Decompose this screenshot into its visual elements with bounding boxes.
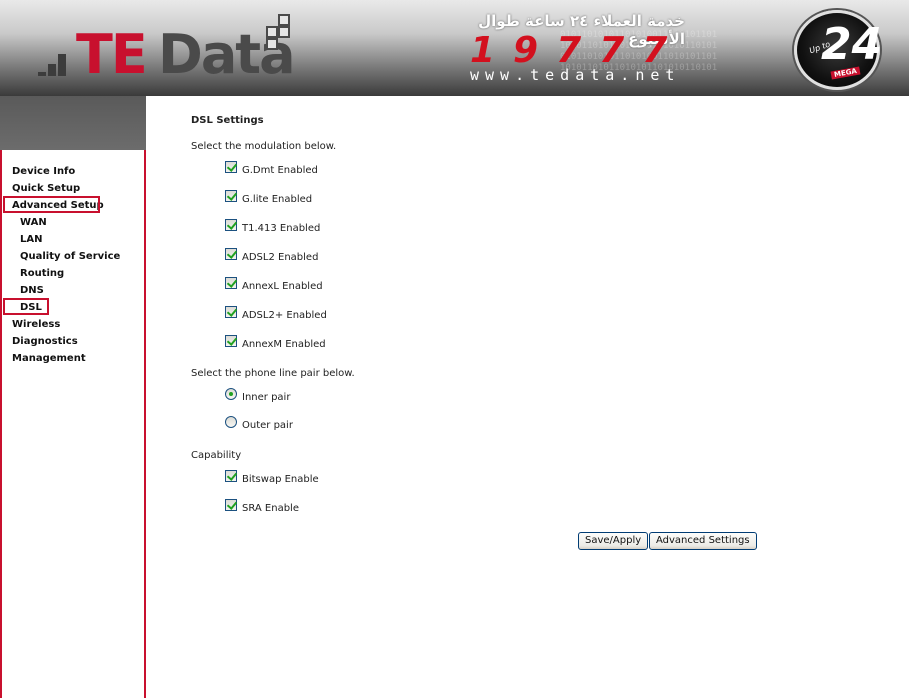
hotline-number: 19777 — [470, 30, 686, 71]
sidebar-item-management[interactable]: Management — [12, 352, 86, 365]
adsl2-label: ADSL2 Enabled — [242, 252, 319, 263]
sidebar-item-diagnostics[interactable]: Diagnostics — [12, 335, 78, 348]
gdmt-checkbox[interactable] — [225, 161, 237, 173]
highlight-advanced-setup — [3, 196, 100, 213]
sidebar-item-wan[interactable]: WAN — [20, 216, 47, 229]
annexl-label: AnnexL Enabled — [242, 281, 323, 292]
sidebar-item-quality-of-service[interactable]: Quality of Service — [20, 250, 120, 263]
inner-pair-radio[interactable] — [225, 388, 237, 400]
adsl2plus-checkbox[interactable] — [225, 306, 237, 318]
pair-prompt: Select the phone line pair below. — [191, 368, 355, 379]
adsl2plus-label: ADSL2+ Enabled — [242, 310, 327, 321]
glite-label: G.lite Enabled — [242, 194, 313, 205]
gdmt-label: G.Dmt Enabled — [242, 165, 318, 176]
sidebar-item-wireless[interactable]: Wireless — [12, 318, 60, 331]
main-content: DSL Settings Select the modulation below… — [146, 96, 909, 698]
sidebar-item-quick-setup[interactable]: Quick Setup — [12, 182, 80, 195]
te-data-logo: TE Data — [38, 14, 298, 84]
badge-number: 24 — [821, 19, 883, 70]
outer-pair-radio[interactable] — [225, 416, 237, 428]
header-banner: 01011010101101010011010101101 10101101011… — [0, 0, 909, 96]
sidebar-item-dns[interactable]: DNS — [20, 284, 44, 297]
glite-checkbox[interactable] — [225, 190, 237, 202]
highlight-dsl — [3, 298, 49, 315]
annexm-label: AnnexM Enabled — [242, 339, 326, 350]
sidebar-header — [0, 96, 146, 150]
inner-pair-label: Inner pair — [242, 392, 291, 403]
annexm-checkbox[interactable] — [225, 335, 237, 347]
speed-badge-icon: Up to 24 MEGA — [794, 10, 883, 90]
sidebar-item-device-info[interactable]: Device Info — [12, 165, 75, 178]
sidebar-item-lan[interactable]: LAN — [20, 233, 42, 246]
outer-pair-label: Outer pair — [242, 420, 293, 431]
modulation-prompt: Select the modulation below. — [191, 141, 337, 152]
sidebar-item-routing[interactable]: Routing — [20, 267, 64, 280]
t1413-checkbox[interactable] — [225, 219, 237, 231]
sra-label: SRA Enable — [242, 503, 299, 514]
page-title: DSL Settings — [191, 115, 264, 126]
t1413-label: T1.413 Enabled — [242, 223, 321, 234]
advanced-settings-button[interactable]: Advanced Settings — [649, 532, 757, 550]
website-url: www.tedata.net — [470, 66, 681, 84]
sra-checkbox[interactable] — [225, 499, 237, 511]
annexl-checkbox[interactable] — [225, 277, 237, 289]
logo-te-text: TE — [76, 23, 148, 86]
save-apply-button[interactable]: Save/Apply — [578, 532, 649, 550]
sidebar: Device Info Quick Setup Advanced Setup W… — [0, 150, 146, 698]
bitswap-label: Bitswap Enable — [242, 474, 319, 485]
adsl2-checkbox[interactable] — [225, 248, 237, 260]
bitswap-checkbox[interactable] — [225, 470, 237, 482]
capability-label: Capability — [191, 450, 242, 461]
